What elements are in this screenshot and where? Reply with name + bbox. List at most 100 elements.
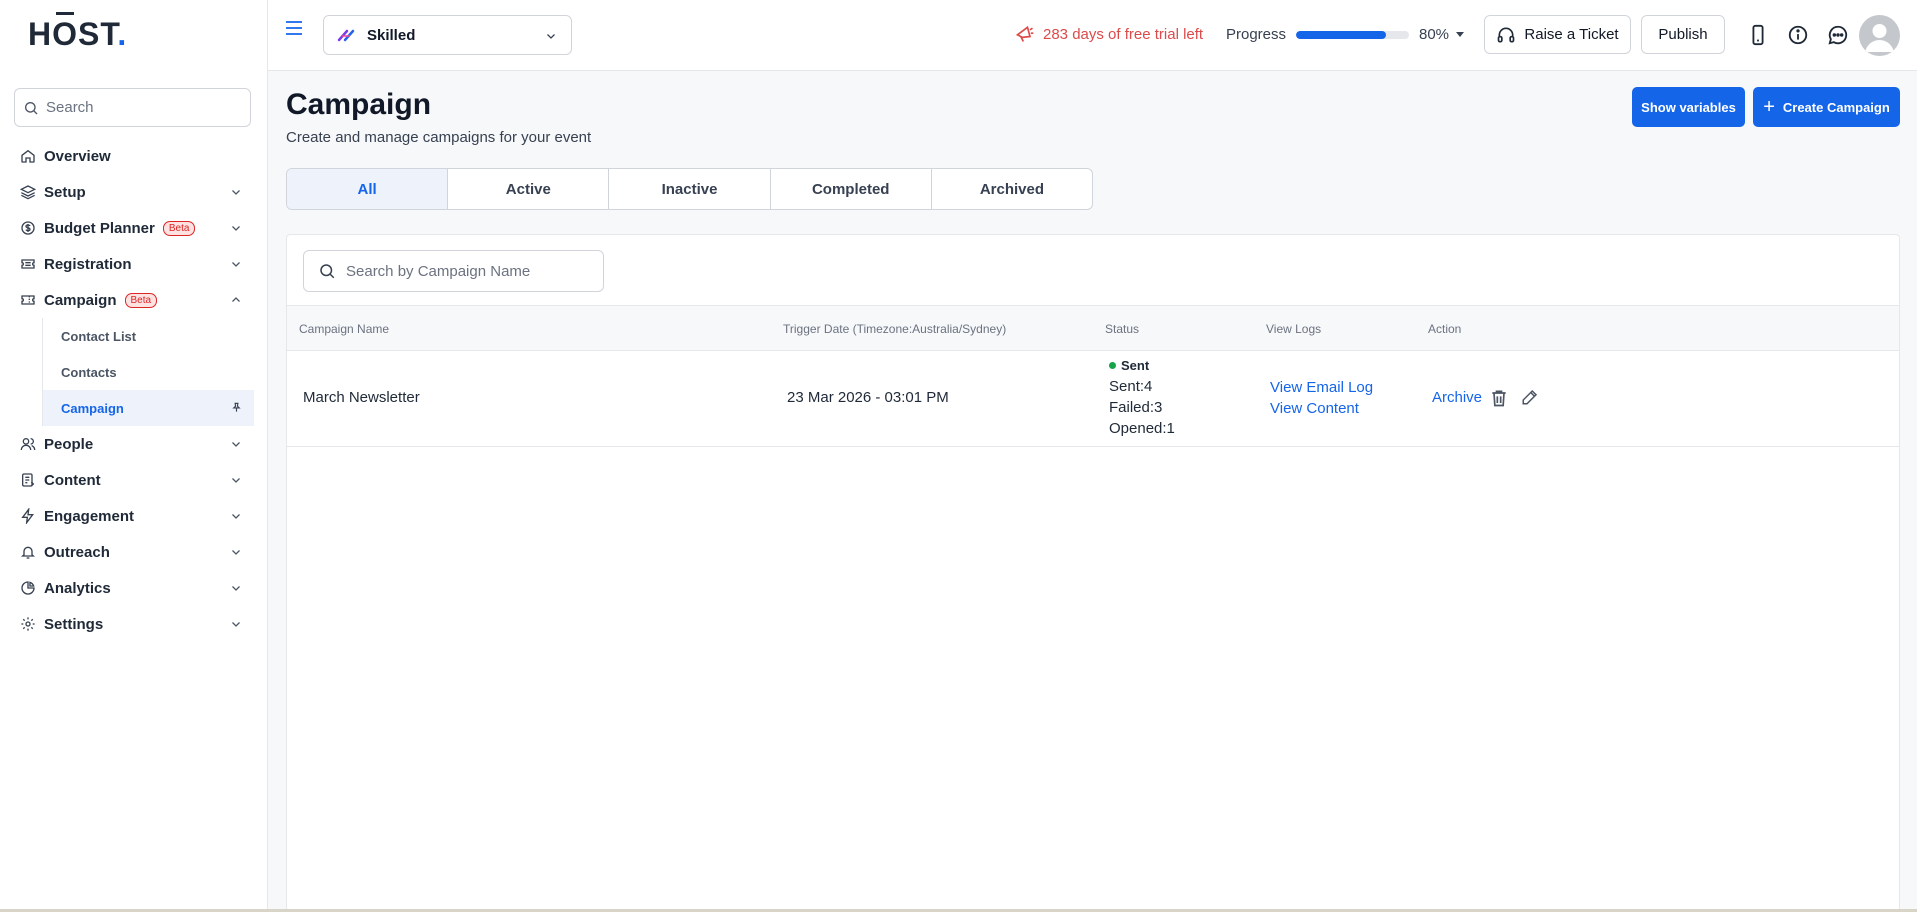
sidebar-subitem-contacts[interactable]: Contacts bbox=[42, 354, 254, 390]
progress-bar bbox=[1296, 31, 1409, 39]
logo-dot: . bbox=[117, 16, 128, 52]
chevron-down-icon bbox=[232, 190, 240, 195]
tab-archived[interactable]: Archived bbox=[932, 169, 1092, 209]
chevron-down-icon bbox=[232, 262, 240, 267]
pie-icon bbox=[21, 581, 35, 595]
trial-notice: 283 days of free trial left bbox=[1015, 24, 1203, 44]
campaign-ticket-icon bbox=[21, 295, 35, 305]
sidebar-subitem-campaign[interactable]: Campaign bbox=[42, 390, 254, 426]
chevron-down-icon bbox=[232, 514, 240, 519]
trash-icon[interactable] bbox=[1489, 388, 1509, 408]
chevron-down-icon bbox=[232, 550, 240, 555]
hamburger-menu-icon[interactable] bbox=[286, 21, 302, 35]
sidebar-item-label: People bbox=[44, 435, 94, 453]
failed-count: Failed:3 bbox=[1109, 399, 1163, 416]
tab-active[interactable]: Active bbox=[448, 169, 610, 209]
mobile-preview-icon[interactable] bbox=[1747, 24, 1769, 46]
chat-icon[interactable] bbox=[1827, 24, 1849, 46]
page-title: Campaign bbox=[286, 88, 432, 121]
raise-ticket-button[interactable]: Raise a Ticket bbox=[1484, 15, 1631, 54]
logo-letters-st: ST bbox=[78, 16, 118, 52]
sent-count: Sent:4 bbox=[1109, 378, 1153, 395]
ticket-icon bbox=[21, 259, 35, 269]
sidebar-item-label: Campaign bbox=[44, 291, 117, 309]
people-icon bbox=[20, 438, 36, 451]
campaign-search[interactable] bbox=[303, 250, 604, 292]
logo-letter-h: H bbox=[28, 16, 53, 52]
sidebar-item-people[interactable]: People bbox=[0, 426, 268, 462]
edit-pencil-icon[interactable] bbox=[1521, 388, 1539, 406]
layers-icon bbox=[20, 185, 36, 200]
info-icon[interactable] bbox=[1787, 24, 1809, 46]
sidebar-item-budget-planner[interactable]: Budget Planner Beta bbox=[0, 210, 268, 246]
headset-icon bbox=[1498, 27, 1515, 43]
beta-badge: Beta bbox=[162, 220, 196, 236]
status-dot bbox=[1109, 362, 1116, 369]
sidebar-item-overview[interactable]: Overview bbox=[0, 138, 268, 174]
status-tabs: All Active Inactive Completed Archived bbox=[286, 168, 1093, 210]
progress-fill bbox=[1296, 31, 1387, 39]
sidebar: HOST. Overview Setup Budget Planner Beta… bbox=[0, 0, 268, 912]
user-avatar[interactable] bbox=[1859, 15, 1900, 56]
sidebar-subitem-contact-list[interactable]: Contact List bbox=[42, 318, 254, 354]
sidebar-item-engagement[interactable]: Engagement bbox=[0, 498, 268, 534]
sidebar-nav: Overview Setup Budget Planner Beta Regis… bbox=[0, 138, 268, 642]
raise-ticket-label: Raise a Ticket bbox=[1524, 26, 1619, 43]
sidebar-subitem-label: Campaign bbox=[61, 400, 124, 416]
chevron-down-icon bbox=[232, 586, 240, 591]
caret-down-icon[interactable] bbox=[1454, 28, 1466, 40]
chevron-up-icon bbox=[232, 297, 240, 302]
progress-label: Progress bbox=[1226, 26, 1287, 43]
chevron-down-icon bbox=[547, 34, 555, 39]
sidebar-item-settings[interactable]: Settings bbox=[0, 606, 268, 642]
event-select[interactable]: Skilled bbox=[323, 15, 572, 55]
bolt-icon bbox=[21, 508, 34, 524]
sidebar-item-campaign[interactable]: Campaign Beta bbox=[0, 282, 268, 318]
user-icon bbox=[1865, 24, 1894, 52]
sidebar-item-registration[interactable]: Registration bbox=[0, 246, 268, 282]
show-variables-button[interactable]: Show variables bbox=[1632, 87, 1745, 127]
progress-value: 80% bbox=[1419, 26, 1450, 43]
pin-icon[interactable] bbox=[231, 402, 242, 413]
status-badge: Sent bbox=[1109, 358, 1149, 373]
tab-all[interactable]: All bbox=[287, 169, 449, 209]
sidebar-subitem-label: Contact List bbox=[61, 328, 137, 344]
bell-icon bbox=[21, 546, 35, 559]
sidebar-item-label: Registration bbox=[44, 255, 132, 273]
create-campaign-button[interactable]: + Create Campaign bbox=[1753, 87, 1900, 127]
dollar-icon bbox=[21, 221, 35, 235]
beta-badge: Beta bbox=[124, 292, 158, 308]
sidebar-item-label: Outreach bbox=[44, 543, 110, 561]
sidebar-item-content[interactable]: Content bbox=[0, 462, 268, 498]
column-header: Campaign Name bbox=[299, 322, 390, 336]
sidebar-subitem-label: Contacts bbox=[61, 364, 117, 380]
sidebar-item-label: Analytics bbox=[44, 579, 111, 597]
opened-count: Opened:1 bbox=[1109, 420, 1175, 437]
sidebar-search-input[interactable] bbox=[46, 99, 236, 116]
campaign-table-card: Campaign Name Trigger Date (Timezone:Aus… bbox=[286, 234, 1900, 912]
archive-link[interactable]: Archive bbox=[1432, 389, 1482, 406]
tab-inactive[interactable]: Inactive bbox=[609, 169, 771, 209]
sidebar-item-label: Settings bbox=[44, 615, 104, 633]
search-icon bbox=[320, 264, 335, 279]
table-header: Campaign Name Trigger Date (Timezone:Aus… bbox=[287, 305, 1899, 351]
sidebar-item-analytics[interactable]: Analytics bbox=[0, 570, 268, 606]
chevron-down-icon bbox=[232, 226, 240, 231]
sidebar-search[interactable] bbox=[14, 88, 251, 127]
trigger-date: 23 Mar 2026 - 03:01 PM bbox=[787, 389, 949, 406]
tab-completed[interactable]: Completed bbox=[771, 169, 932, 209]
campaign-search-input[interactable] bbox=[346, 262, 596, 280]
sidebar-item-setup[interactable]: Setup bbox=[0, 174, 268, 210]
create-campaign-label: Create Campaign bbox=[1782, 99, 1890, 115]
host-logo[interactable]: H OST. bbox=[28, 12, 128, 53]
topbar: Skilled 283 days of free trial left Prog… bbox=[268, 0, 1917, 71]
view-email-log-link[interactable]: View Email Log bbox=[1270, 379, 1373, 396]
publish-button[interactable]: Publish bbox=[1641, 15, 1725, 54]
event-name: Skilled bbox=[367, 26, 416, 44]
trial-text: 283 days of free trial left bbox=[1043, 25, 1204, 43]
chevron-down-icon bbox=[232, 478, 240, 483]
column-header: Action bbox=[1428, 322, 1462, 336]
chevron-down-icon bbox=[232, 622, 240, 627]
sidebar-item-outreach[interactable]: Outreach bbox=[0, 534, 268, 570]
view-content-link[interactable]: View Content bbox=[1270, 400, 1359, 417]
